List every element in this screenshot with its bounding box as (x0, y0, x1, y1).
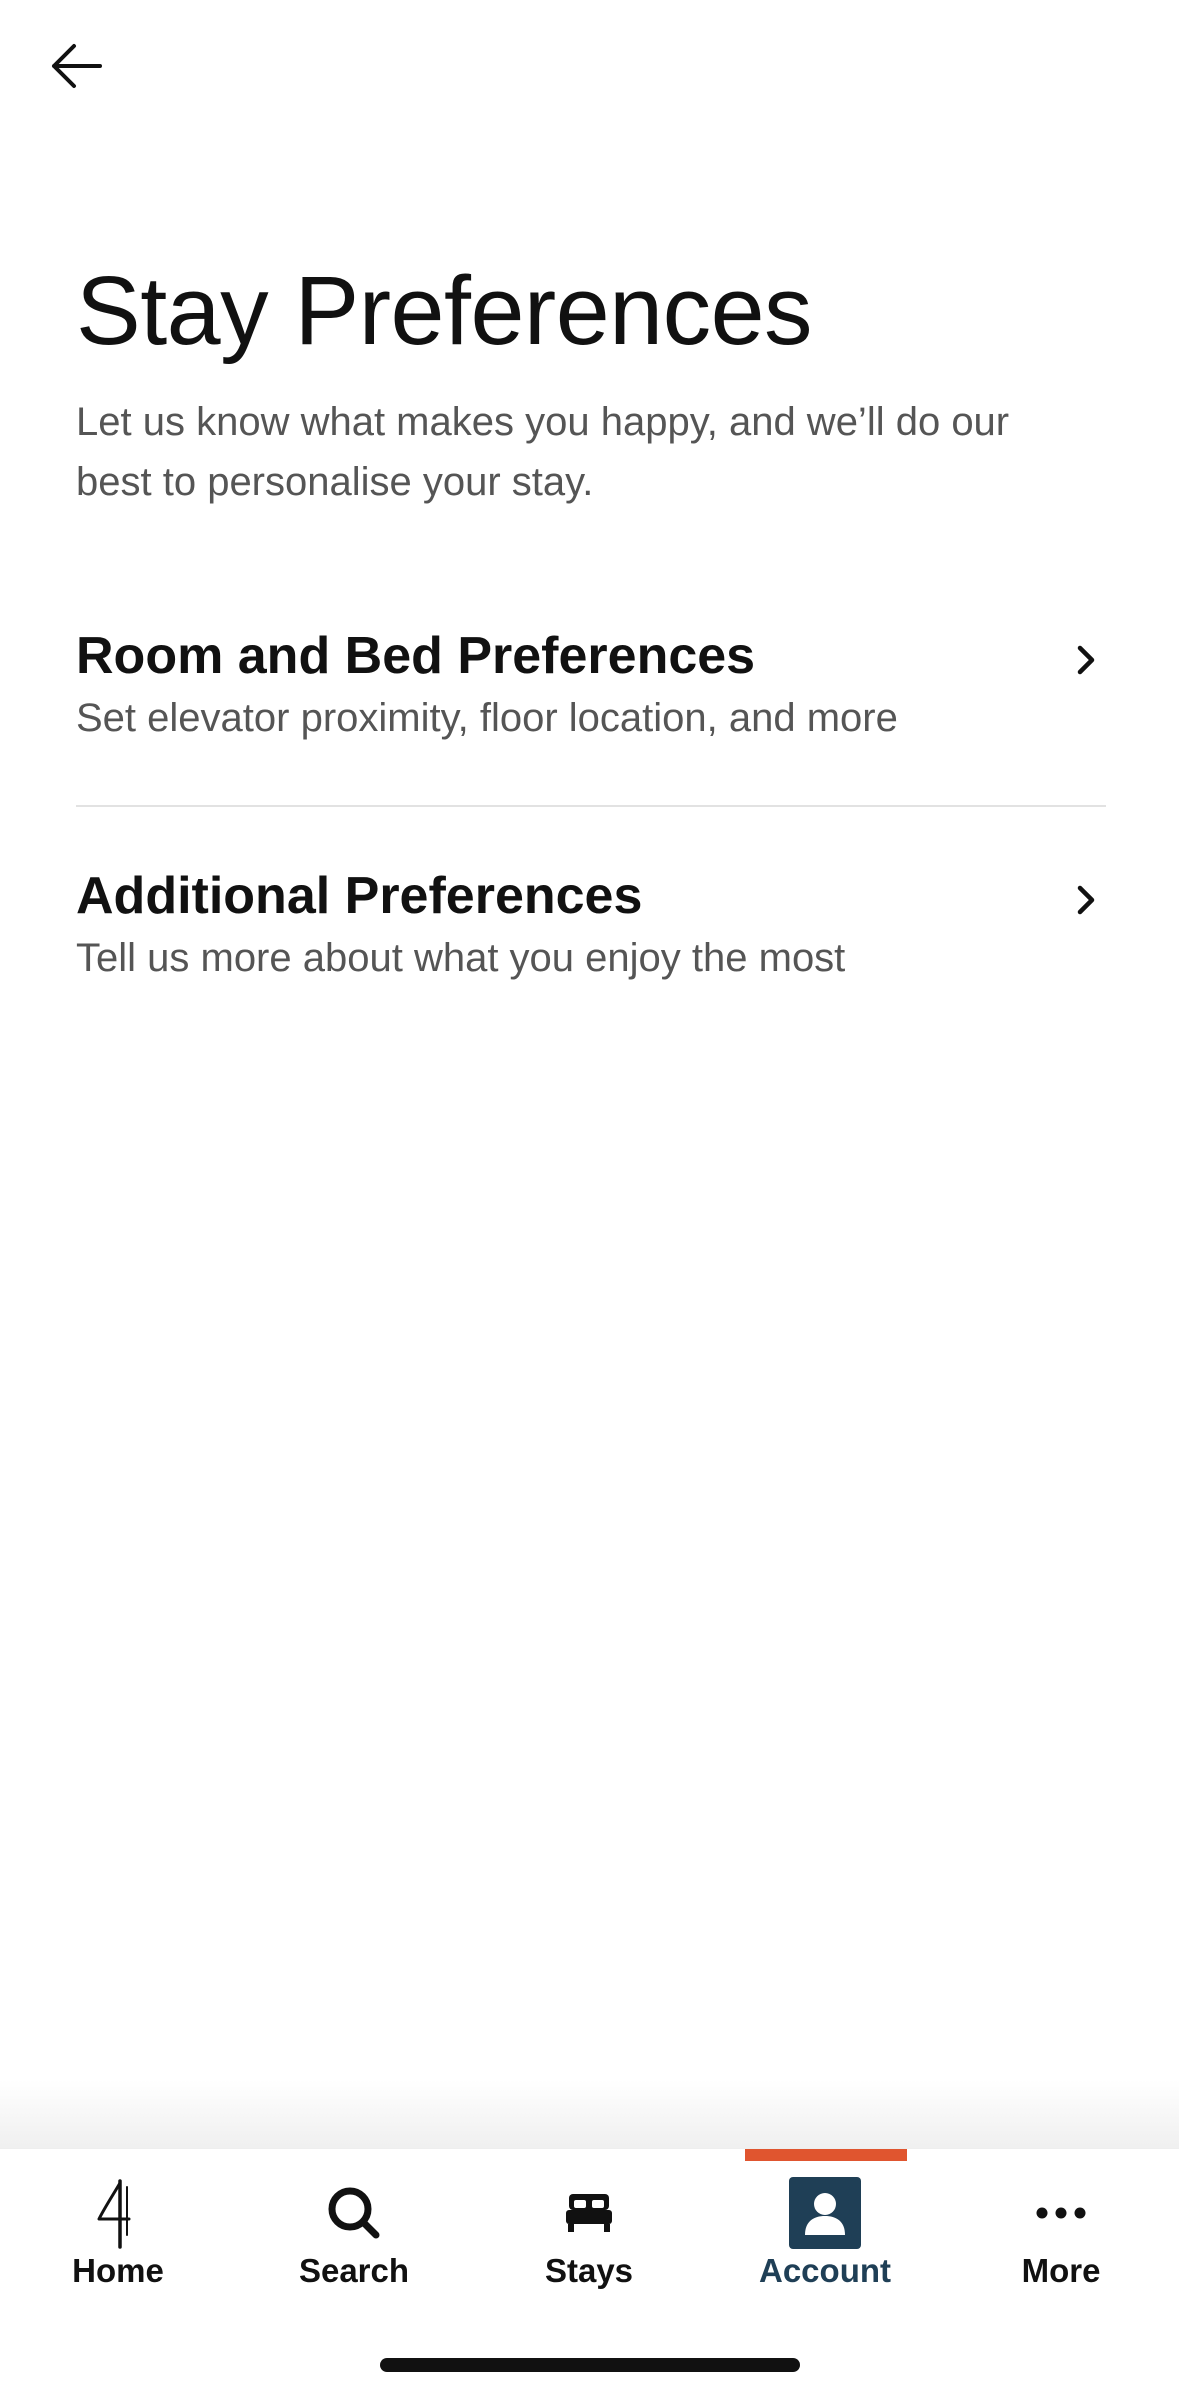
pref-description: Tell us more about what you enjoy the mo… (76, 936, 846, 980)
pref-description: Set elevator proximity, floor location, … (76, 696, 898, 740)
tab-home[interactable]: Home (0, 2149, 236, 2299)
additional-preferences-item[interactable]: Additional Preferences Tell us more abou… (76, 850, 1106, 1030)
more-dots-icon (1021, 2173, 1101, 2253)
arrow-left-icon (52, 44, 102, 88)
tab-label: Search (298, 2252, 410, 2289)
tab-account[interactable]: Account (707, 2149, 943, 2299)
page-subtitle: Let us know what makes you happy, and we… (76, 400, 1010, 504)
divider (76, 805, 1106, 807)
bottom-fade (0, 2080, 1179, 2148)
tab-more[interactable]: More (943, 2149, 1179, 2299)
tab-label: Stays (544, 2252, 634, 2289)
page-title: Stay Preferences (76, 256, 813, 365)
bed-icon (549, 2173, 629, 2253)
tab-search[interactable]: Search (236, 2149, 472, 2299)
home-indicator (380, 2358, 800, 2372)
tab-label: Account (759, 2252, 891, 2289)
room-and-bed-preferences-item[interactable]: Room and Bed Preferences Set elevator pr… (76, 610, 1106, 790)
tab-label: More (1021, 2252, 1101, 2289)
search-icon (314, 2173, 394, 2253)
pref-title: Additional Preferences (76, 867, 643, 925)
chevron-right-icon (1066, 880, 1106, 920)
account-icon (785, 2173, 865, 2253)
tab-label: Home (72, 2252, 164, 2289)
brand-logo-icon (78, 2173, 158, 2253)
back-button[interactable] (40, 30, 112, 102)
tab-stays[interactable]: Stays (471, 2149, 707, 2299)
pref-title: Room and Bed Preferences (76, 627, 756, 685)
chevron-right-icon (1066, 640, 1106, 680)
